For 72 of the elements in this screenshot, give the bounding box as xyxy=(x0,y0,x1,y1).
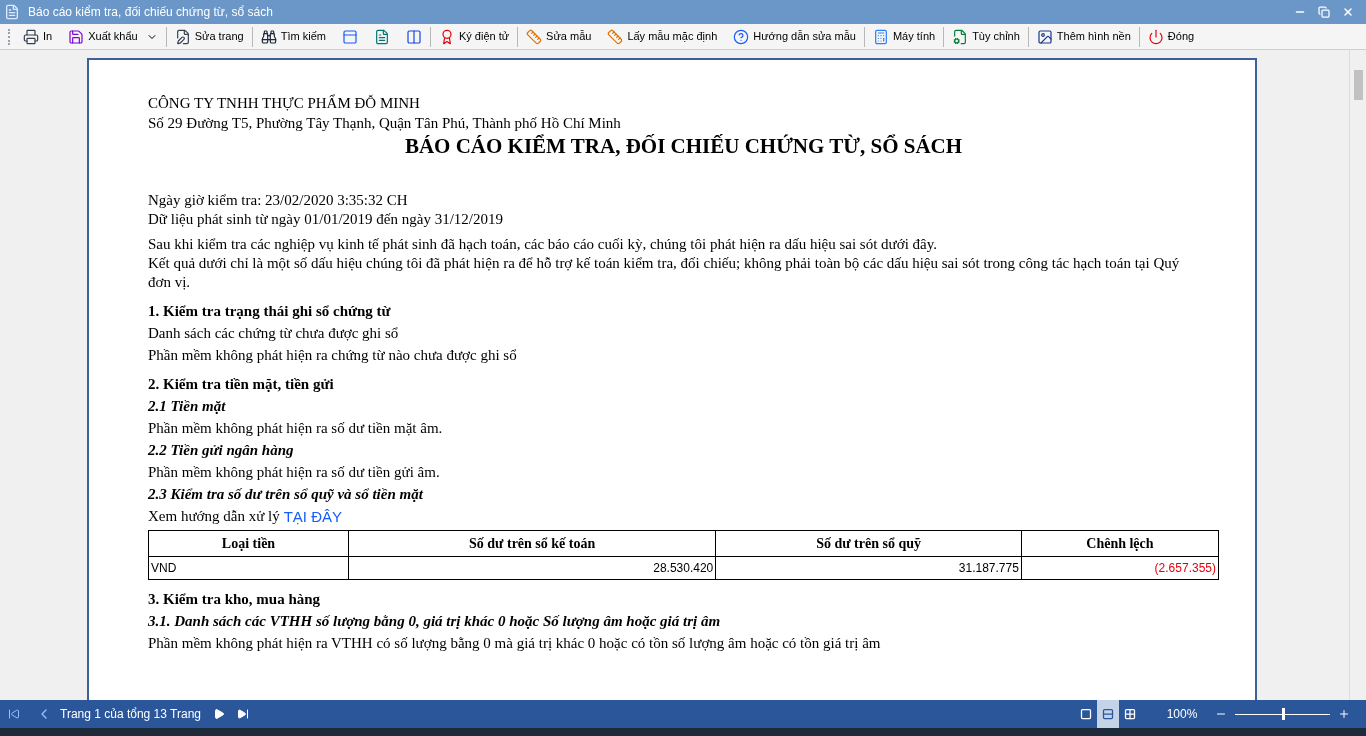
section-heading: 1. Kiểm tra trạng thái ghi sổ chứng từ xyxy=(148,302,392,321)
column-header: Loại tiền xyxy=(148,530,349,557)
slider-thumb[interactable] xyxy=(1281,708,1285,720)
toolbar-button[interactable]: Tùy chỉnh xyxy=(948,26,1024,47)
two-pages-button[interactable] xyxy=(1097,700,1119,728)
image-icon xyxy=(1036,28,1053,45)
toolbar-button[interactable]: Lấy mẫu mặc định xyxy=(603,26,722,47)
ruler-icon xyxy=(526,28,543,45)
paragraph: Sau khi kiểm tra các nghiệp vụ kinh tế phát sinh đã hạch toán, các báo cáo cuối kỳ, chúng tôi phát hiện ra dấu hiệu sai sót dưới đây. xyxy=(148,235,939,254)
column-header: Số dư trên sổ quỹ xyxy=(715,530,1022,557)
company-address: Số 29 Đường T5, Phường Tây Thạnh, Quận Tân Phú, Thành phố Hồ Chí Minh xyxy=(148,114,622,133)
column-header: Số dư trên sổ kế toán xyxy=(348,530,716,557)
restore-icon[interactable] xyxy=(1318,6,1330,18)
report-meta: Ngày giờ kiểm tra: 23/02/2020 3:35:32 CH xyxy=(148,191,409,210)
power-icon xyxy=(1147,28,1164,45)
zoom-level: 100% xyxy=(1165,706,1199,723)
toolbar-button[interactable]: In xyxy=(19,26,57,47)
two-pages-icon xyxy=(1102,708,1114,720)
body-text: Phần mềm không phát hiện ra VTHH có số lượng bằng 0 mà giá trị khác 0 hoặc có tồn số lượng âm hoặc có tồn giá trị âm xyxy=(148,634,882,653)
toolbar-button[interactable]: Hướng dẫn sửa mẫu xyxy=(729,26,860,47)
toolbar-button[interactable]: Thêm hình nền xyxy=(1032,26,1135,47)
toolbar-button[interactable]: Ký điện tử xyxy=(434,26,514,47)
next-page-icon[interactable] xyxy=(213,708,225,720)
window-title: Báo cáo kiểm tra, đối chiếu chứng từ, sổ sách xyxy=(28,4,273,21)
document-icon xyxy=(952,28,969,45)
save-icon xyxy=(68,28,85,45)
multi-page-icon xyxy=(1124,708,1136,720)
zoom-slider[interactable] xyxy=(1235,708,1330,720)
last-page-icon[interactable] xyxy=(237,708,249,720)
company-name: CÔNG TY TNHH THỰC PHẨM ĐỖ MINH xyxy=(148,94,421,113)
zoom-in-icon[interactable] xyxy=(1338,708,1350,720)
first-page-icon[interactable] xyxy=(8,708,20,720)
app-icon xyxy=(4,4,20,20)
body-text: Phần mềm không phát hiện ra số dư tiền gửi âm. xyxy=(148,463,441,482)
scrollbar[interactable] xyxy=(1349,50,1366,700)
subsection-heading: 2.2 Tiền gửi ngân hàng xyxy=(148,441,295,460)
single-page-icon xyxy=(1080,708,1092,720)
table-cell: 28.530.420 xyxy=(348,556,716,580)
help-icon xyxy=(733,28,750,45)
export-button[interactable]: Xuất khẩu xyxy=(64,26,162,47)
document-icon xyxy=(373,28,390,45)
page-view-icon xyxy=(341,28,358,45)
body-text: Xem hướng dẫn xử lý xyxy=(148,507,280,526)
table-cell: VND xyxy=(148,556,349,580)
close-icon[interactable] xyxy=(1342,6,1354,18)
toolbar-button[interactable]: Sửa trang xyxy=(170,26,248,47)
section-heading: 3. Kiểm tra kho, mua hàng xyxy=(148,590,322,609)
toolbar-button[interactable]: Tìm kiếm xyxy=(256,26,330,47)
ruler-icon xyxy=(607,28,624,45)
column-header: Chênh lệch xyxy=(1021,530,1219,557)
subsection-heading: 3.1. Danh sách các VTHH số lượng bằng 0, giá trị khác 0 hoặc Số lượng âm hoặc giá trị âm xyxy=(148,612,722,631)
subsection-heading: 2.1 Tiền mặt xyxy=(148,397,227,416)
toolbar-button[interactable]: Máy tính xyxy=(868,26,940,47)
calculator-icon xyxy=(872,28,889,45)
section-heading: 2. Kiểm tra tiền mặt, tiền gửi xyxy=(148,375,335,394)
body-text: Danh sách các chứng từ chưa được ghi sổ xyxy=(148,324,400,343)
binoculars-icon xyxy=(260,28,277,45)
printer-icon xyxy=(23,28,39,45)
report-title: BÁO CÁO KIỂM TRA, ĐỐI CHIẾU CHỨNG TỪ, SỔ SÁCH xyxy=(403,133,964,159)
body-text: Phần mềm không phát hiện ra chứng từ nào chưa được ghi sổ xyxy=(148,346,518,365)
toolbar-button[interactable]: Đóng xyxy=(1143,26,1199,47)
guide-link[interactable]: TẠI ĐÂY xyxy=(283,507,343,526)
report-meta: Dữ liệu phát sinh từ ngày 01/01/2019 đến ngày 31/12/2019 xyxy=(148,210,504,229)
body-text: Phần mềm không phát hiện ra số dư tiền mặt âm. xyxy=(148,419,444,438)
toolbar-button[interactable]: Sửa mẫu xyxy=(522,26,596,47)
page-width-icon xyxy=(405,28,422,45)
table-cell: 31.187.775 xyxy=(715,556,1022,580)
edit-page-icon xyxy=(174,28,191,45)
paragraph: Kết quả dưới chỉ là một số dấu hiệu chúng tôi đã phát hiện ra để hỗ trợ kế toán kiểm tra, đối chiếu; không phải toàn bộ các dấu hiệu sai sót trong công tác hạch toán tại Quý đơn vị. xyxy=(148,254,1181,292)
subsection-heading: 2.3 Kiểm tra số dư trên sổ quỹ và sổ tiền mặt xyxy=(148,485,425,504)
table-cell: (2.657.355) xyxy=(1021,556,1219,580)
page-info: Trang 1 của tổng 13 Trang xyxy=(60,706,201,723)
